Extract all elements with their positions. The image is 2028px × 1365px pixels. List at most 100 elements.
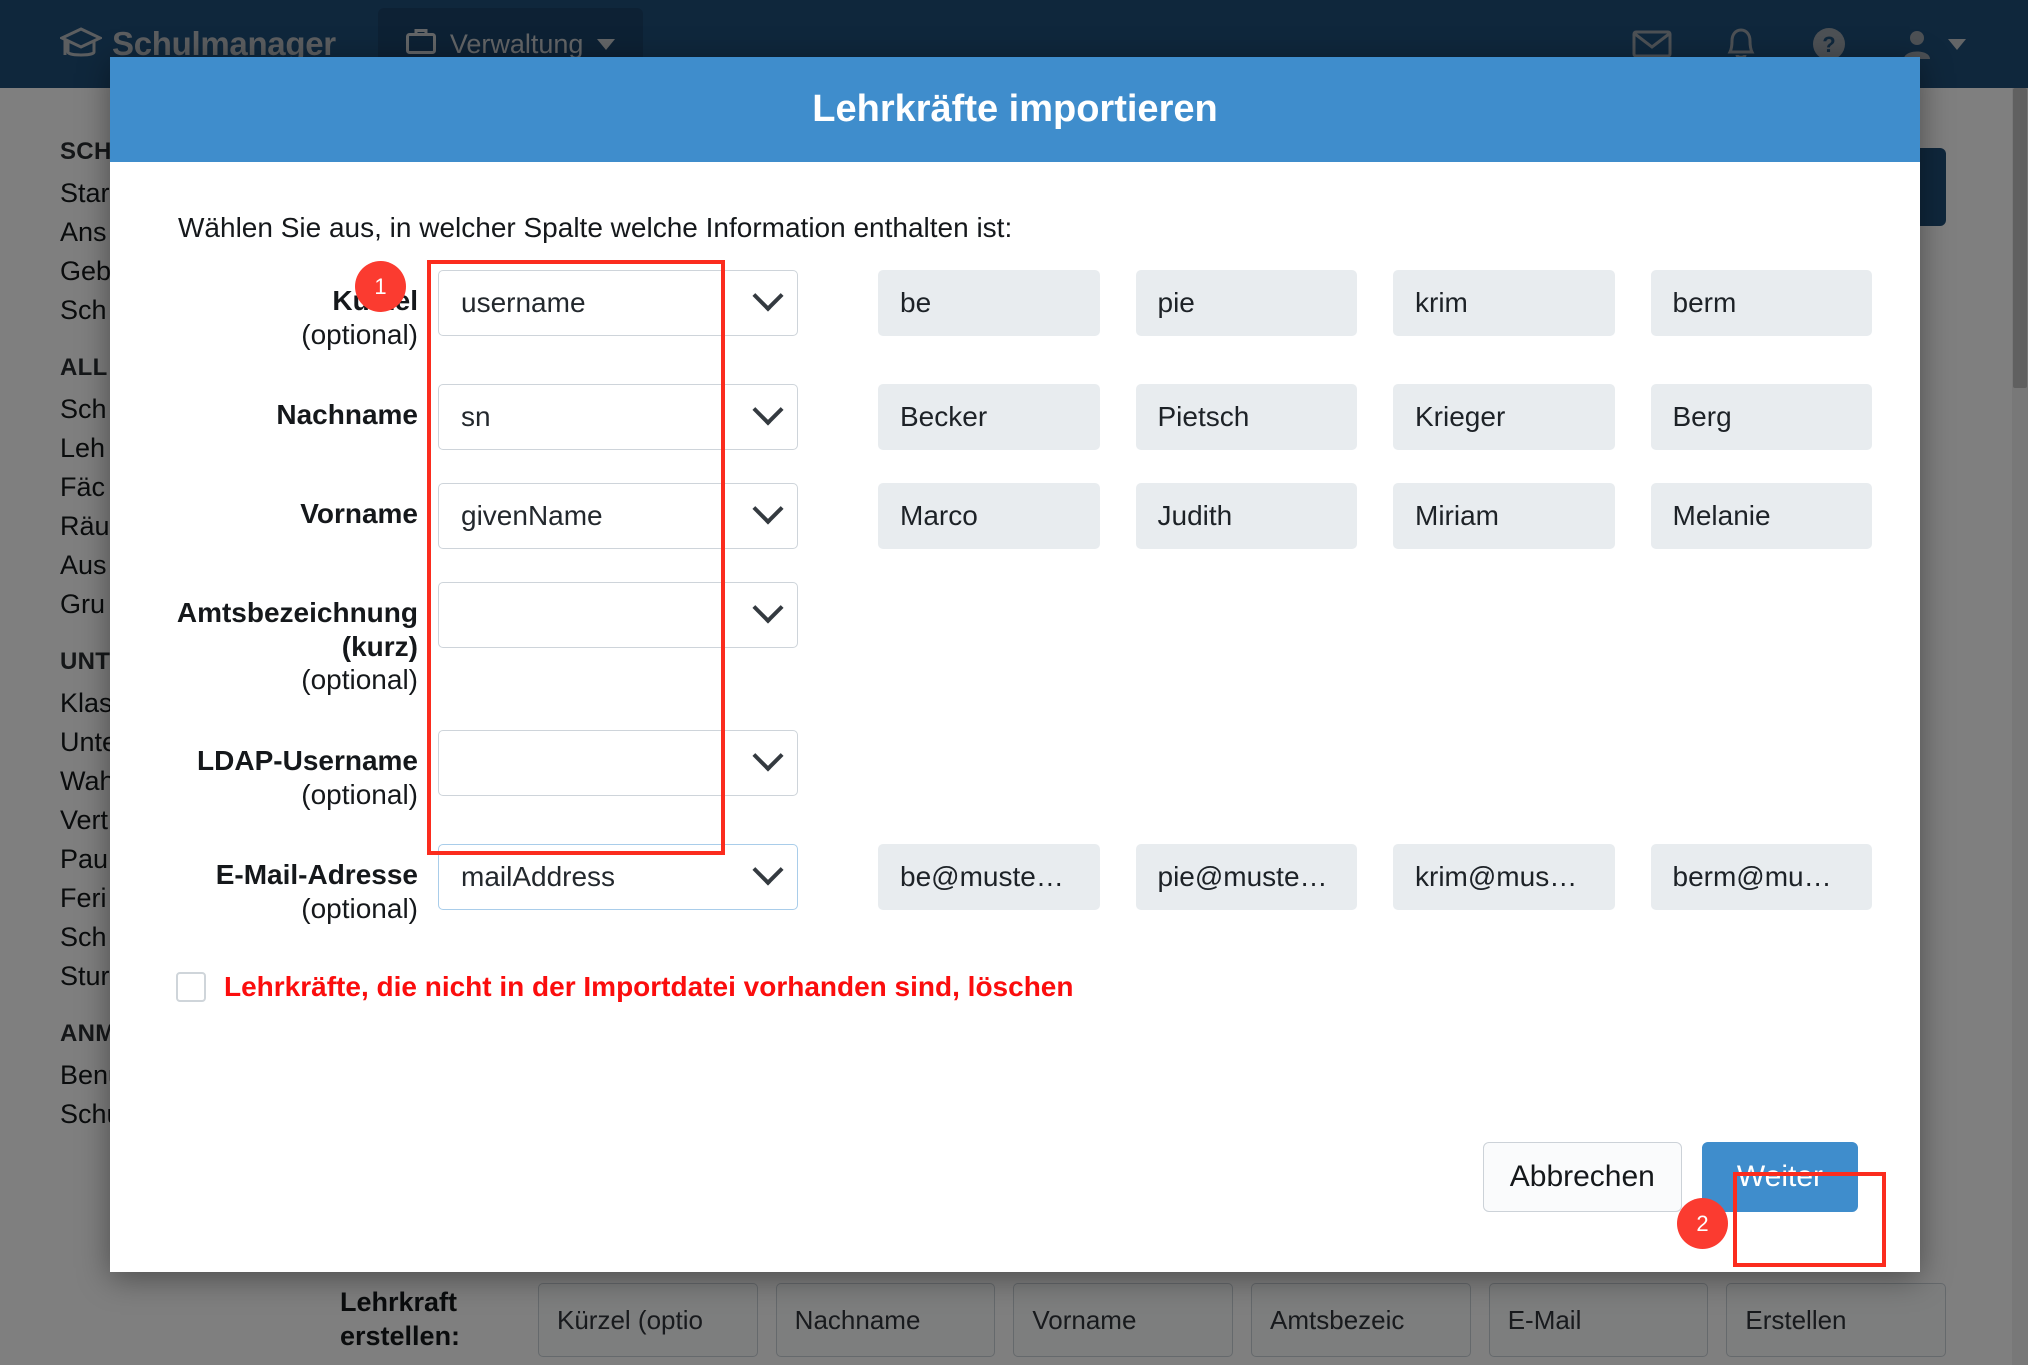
preview-cell: Melanie: [1650, 483, 1872, 550]
column-select[interactable]: username: [438, 270, 798, 336]
delete-missing-teachers-checkbox[interactable]: [176, 972, 206, 1003]
preview-row: Becker Pietsch Krieger Berg: [878, 384, 1872, 451]
chevron-down-icon: [752, 854, 784, 886]
modal-footer: Abbrechen Weiter: [110, 1112, 1920, 1272]
grid-spacer: [878, 351, 1872, 384]
field-label-optional: (optional): [301, 318, 418, 350]
select-cell: [438, 582, 818, 649]
grid-spacer: [438, 450, 818, 483]
preview-row: be@muste… pie@muste… krim@mus… berm@mu…: [878, 844, 1872, 911]
grid-spacer: [158, 811, 418, 844]
grid-spacer: [818, 811, 878, 844]
field-label-text: E-Mail-Adresse: [215, 859, 418, 891]
cancel-button[interactable]: Abbrechen: [1482, 1142, 1682, 1212]
preview-cell: Berg: [1650, 384, 1872, 451]
grid-spacer: [878, 811, 1872, 844]
modal-title: Lehrkräfte importieren: [812, 88, 1218, 130]
field-label: LDAP-Username (optional): [158, 730, 418, 811]
column-select[interactable]: [438, 582, 798, 649]
preview-row: [878, 582, 1872, 648]
modal-intro-text: Wählen Sie aus, in welcher Spalte welche…: [178, 212, 1013, 243]
delete-missing-teachers-label: Lehrkräfte, die nicht in der Importdatei…: [224, 971, 1074, 1003]
preview-cell: be: [878, 270, 1100, 336]
column-mapping-grid: Kürzel(optional)usernamebepiekrimbermNac…: [158, 270, 1872, 925]
column-select-value: mailAddress: [461, 861, 616, 893]
preview-row: [878, 730, 1872, 796]
delete-missing-teachers-row: Lehrkräfte, die nicht in der Importdatei…: [176, 971, 1872, 1003]
select-cell: username: [438, 270, 818, 336]
preview-cell-empty: [1651, 582, 1873, 648]
preview-cell: krim: [1393, 270, 1615, 336]
field-label: Vorname: [158, 483, 418, 531]
column-select-value: givenName: [461, 500, 603, 532]
preview-cell-empty: [878, 582, 1100, 648]
grid-spacer: [818, 450, 878, 483]
column-select-value: username: [461, 287, 586, 318]
field-label: Nachname: [158, 384, 418, 432]
select-cell: sn: [438, 384, 818, 451]
preview-row: Marco Judith Miriam Melanie: [878, 483, 1872, 550]
select-cell: givenName: [438, 483, 818, 550]
preview-cell: pie: [1135, 270, 1357, 336]
select-cell: mailAddress: [438, 844, 818, 911]
preview-cell: Miriam: [1393, 483, 1615, 550]
field-label-optional: (optional): [301, 664, 418, 696]
grid-spacer: [878, 697, 1872, 730]
grid-spacer: [418, 450, 438, 483]
preview-cell: pie@muste…: [1135, 844, 1357, 911]
chevron-down-icon: [752, 592, 784, 624]
column-select[interactable]: mailAddress: [438, 844, 798, 911]
grid-spacer: [878, 450, 1872, 483]
grid-spacer: [418, 811, 438, 844]
preview-cell: Becker: [878, 384, 1100, 451]
grid-spacer: [438, 549, 818, 582]
column-select[interactable]: [438, 729, 798, 796]
preview-cell: berm@mu…: [1650, 844, 1872, 911]
preview-cell-empty: [878, 730, 1100, 796]
field-label-text: Vorname: [300, 498, 418, 530]
grid-spacer: [158, 697, 418, 730]
annotation-badge-2: 2: [1677, 1198, 1728, 1249]
preview-cell-empty: [1136, 730, 1358, 796]
grid-spacer: [818, 351, 878, 384]
import-teachers-modal: Lehrkräfte importieren Wählen Sie aus, i…: [110, 57, 1920, 1272]
chevron-down-icon: [752, 394, 784, 426]
grid-spacer: [878, 549, 1872, 582]
select-cell: [438, 729, 818, 796]
grid-spacer: [418, 351, 438, 384]
field-label-optional: (optional): [301, 892, 418, 924]
grid-spacer: [438, 351, 818, 384]
preview-cell: Krieger: [1393, 384, 1615, 451]
grid-spacer: [158, 549, 418, 582]
next-button[interactable]: Weiter: [1701, 1142, 1858, 1212]
preview-cell: berm: [1650, 270, 1872, 336]
grid-spacer: [158, 351, 418, 384]
preview-cell: Pietsch: [1135, 384, 1357, 451]
field-label: E-Mail-Adresse (optional): [158, 844, 418, 925]
chevron-down-icon: [752, 280, 784, 312]
field-label: Amtsbezeichnung (kurz) (optional): [158, 582, 418, 697]
field-label-text: LDAP-Username: [197, 744, 418, 776]
grid-spacer: [158, 450, 418, 483]
column-select[interactable]: sn: [438, 384, 798, 451]
preview-cell: be@muste…: [878, 844, 1100, 911]
preview-cell-empty: [1393, 730, 1615, 796]
grid-spacer: [418, 697, 438, 730]
column-select-value: sn: [461, 401, 491, 433]
preview-row: be pie krim berm: [878, 270, 1872, 336]
preview-cell-empty: [1136, 582, 1358, 648]
preview-cell-empty: [1393, 582, 1615, 648]
chevron-down-icon: [752, 493, 784, 525]
grid-spacer: [818, 549, 878, 582]
chevron-down-icon: [752, 740, 784, 772]
field-label-text: Amtsbezeichnung (kurz): [176, 597, 418, 662]
preview-cell: Marco: [878, 483, 1100, 550]
field-label-optional: (optional): [301, 778, 418, 810]
annotation-badge-1: 1: [355, 261, 406, 312]
grid-spacer: [418, 549, 438, 582]
field-label-text: Nachname: [276, 399, 418, 431]
preview-cell-empty: [1651, 730, 1873, 796]
grid-spacer: [438, 811, 818, 844]
column-select[interactable]: givenName: [438, 483, 798, 550]
preview-cell: krim@mus…: [1393, 844, 1615, 911]
